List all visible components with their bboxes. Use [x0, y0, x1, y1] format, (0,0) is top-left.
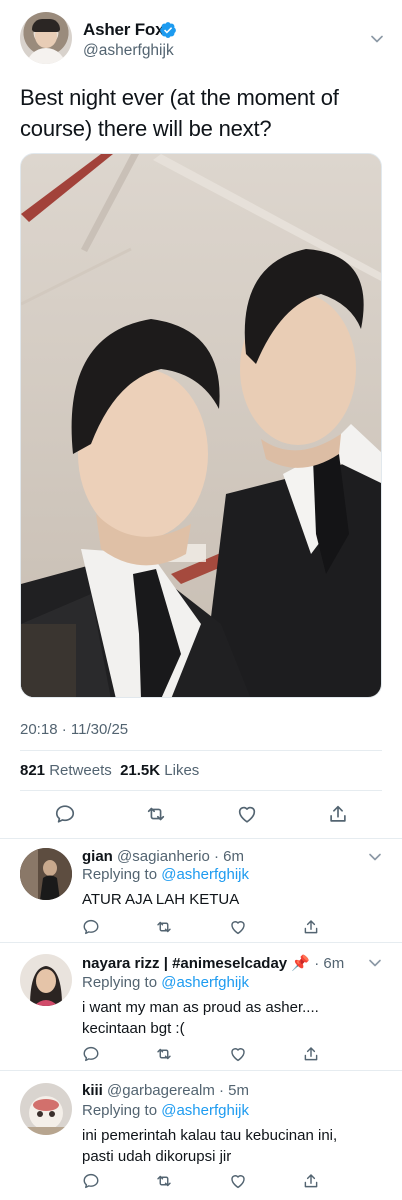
- heart-icon[interactable]: [229, 1172, 247, 1190]
- reply-author-name[interactable]: kiii: [82, 1082, 103, 1099]
- replying-to-mention[interactable]: @asherfghijk: [161, 1102, 249, 1119]
- replying-to-mention[interactable]: @asherfghijk: [161, 866, 249, 883]
- reply-text: ini pemerintah kalau tau kebucinan ini, …: [82, 1127, 338, 1165]
- replying-to: Replying to @asherfghijk: [82, 866, 249, 883]
- retweet-icon[interactable]: [145, 803, 167, 825]
- reply-icon[interactable]: [82, 918, 100, 936]
- retweets-count[interactable]: 821: [20, 762, 45, 779]
- reply-author-name[interactable]: gian: [82, 848, 113, 865]
- retweet-icon[interactable]: [155, 1045, 173, 1063]
- photo-illustration: [21, 154, 381, 697]
- author-handle[interactable]: @asherfghijk: [83, 42, 174, 60]
- reply-item[interactable]: nayara rizz | #animeselcaday 📌 · 6m Repl…: [0, 942, 402, 1070]
- tweet-stats: 821 Retweets 21.5K Likes: [20, 762, 199, 779]
- tweet-timestamp[interactable]: 20:18 · 11/30/25: [20, 721, 128, 738]
- heart-icon[interactable]: [229, 1045, 247, 1063]
- verified-badge-icon: [160, 22, 176, 38]
- chevron-down-icon[interactable]: [368, 850, 382, 864]
- likes-label[interactable]: Likes: [164, 762, 199, 779]
- reply-icon[interactable]: [82, 1045, 100, 1063]
- tweet-action-bar: [0, 803, 402, 827]
- reply-author-name[interactable]: nayara rizz | #animeselcaday: [82, 955, 287, 972]
- replying-to-label: Replying to: [82, 866, 158, 883]
- reply-author[interactable]: nayara rizz | #animeselcaday 📌 · 6m: [82, 954, 344, 972]
- reply-avatar[interactable]: [20, 848, 72, 900]
- reply-avatar[interactable]: [20, 1083, 72, 1135]
- reply-author-meta[interactable]: @garbagerealm · 5m: [107, 1082, 249, 1099]
- reply-action-bar: [0, 918, 402, 938]
- tweet-text: Best night ever (at the moment of course…: [20, 85, 339, 141]
- reply-item[interactable]: gian @sagianherio · 6m Replying to @ashe…: [0, 838, 402, 942]
- retweets-label[interactable]: Retweets: [49, 762, 112, 779]
- replying-to: Replying to @asherfghijk: [82, 974, 249, 991]
- share-icon[interactable]: [302, 1045, 320, 1063]
- heart-icon[interactable]: [236, 803, 258, 825]
- tweet-photo[interactable]: [20, 153, 382, 698]
- likes-count[interactable]: 21.5K: [120, 762, 160, 779]
- reply-author-meta[interactable]: @sagianherio · 6m: [117, 848, 244, 865]
- replying-to-label: Replying to: [82, 974, 158, 991]
- replying-to: Replying to @asherfghijk: [82, 1102, 249, 1119]
- reply-text: i want my man as proud as asher.... keci…: [82, 999, 319, 1037]
- replying-to-label: Replying to: [82, 1102, 158, 1119]
- divider: [20, 790, 382, 791]
- tweet-header: Asher Fox @asherfghijk: [0, 0, 402, 80]
- divider: [20, 750, 382, 751]
- retweet-icon[interactable]: [155, 918, 173, 936]
- avatar-shirt: [26, 48, 66, 64]
- reply-action-bar: [0, 1172, 402, 1192]
- share-icon[interactable]: [302, 1172, 320, 1190]
- reply-icon[interactable]: [82, 1172, 100, 1190]
- chevron-down-icon[interactable]: [368, 956, 382, 970]
- pin-emoji: 📌: [291, 955, 311, 972]
- share-icon[interactable]: [302, 918, 320, 936]
- share-icon[interactable]: [327, 803, 349, 825]
- reply-item[interactable]: kiii @garbagerealm · 5m Replying to @ash…: [0, 1070, 402, 1200]
- reply-author[interactable]: gian @sagianherio · 6m: [82, 848, 244, 865]
- reply-avatar[interactable]: [20, 954, 72, 1006]
- avatar-hair: [32, 19, 60, 32]
- reply-action-bar: [0, 1045, 402, 1065]
- author-avatar[interactable]: [20, 12, 72, 64]
- replying-to-mention[interactable]: @asherfghijk: [161, 974, 249, 991]
- reply-icon[interactable]: [54, 803, 76, 825]
- retweet-icon[interactable]: [155, 1172, 173, 1190]
- reply-author[interactable]: kiii @garbagerealm · 5m: [82, 1082, 249, 1099]
- chevron-down-icon[interactable]: [370, 32, 384, 46]
- author-display-name[interactable]: Asher Fox: [83, 20, 165, 40]
- heart-icon[interactable]: [229, 918, 247, 936]
- reply-text: ATUR AJA LAH KETUA: [82, 891, 240, 908]
- reply-author-meta[interactable]: · 6m: [314, 955, 344, 972]
